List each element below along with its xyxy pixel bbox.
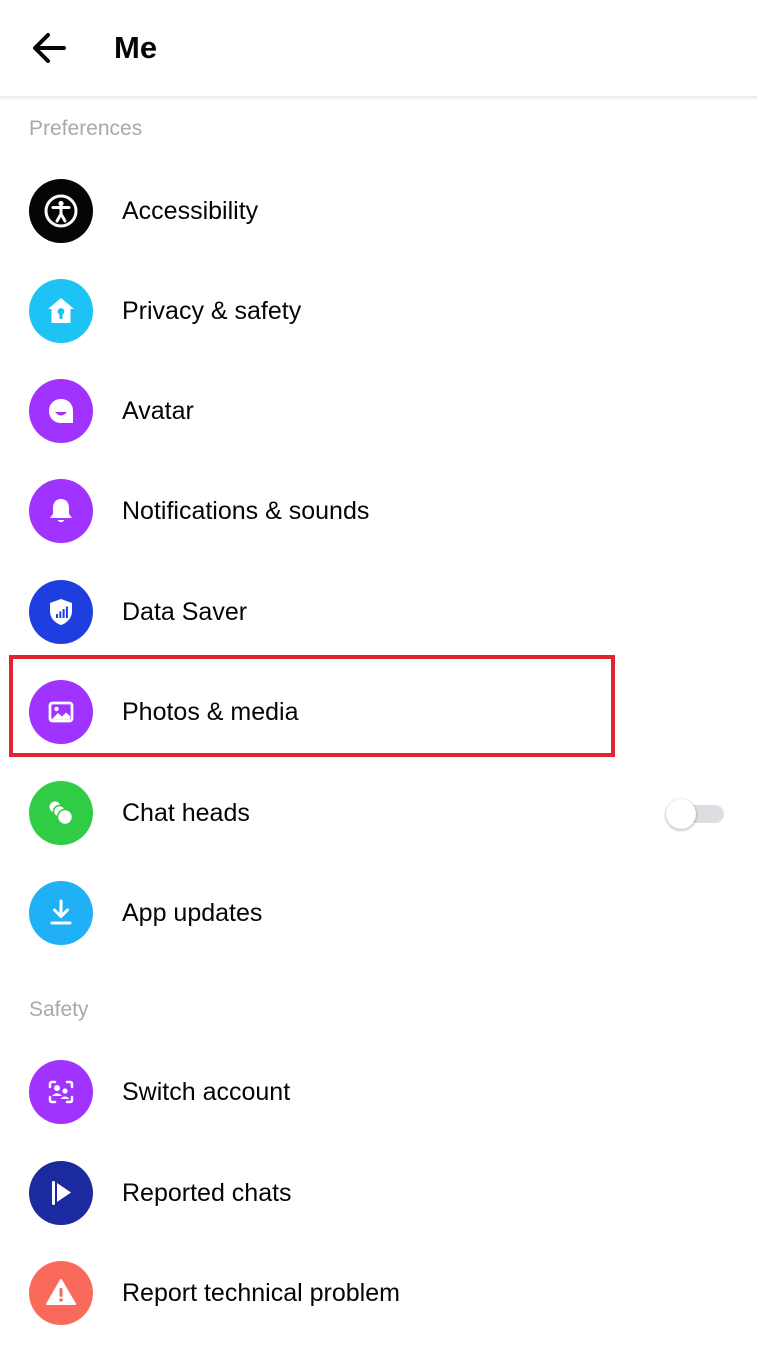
warning-icon <box>29 1261 93 1325</box>
settings-item-label: App updates <box>122 899 263 927</box>
bell-icon <box>29 479 93 543</box>
section-label-safety: Safety <box>29 998 89 1021</box>
settings-item-label: Data Saver <box>122 598 248 626</box>
settings-item-label: Privacy & safety <box>122 297 302 325</box>
settings-item-switch-account[interactable]: Switch account <box>0 1042 757 1142</box>
switch-account-icon <box>29 1060 93 1124</box>
arrow-left-icon <box>33 33 66 63</box>
settings-item-label: Report technical problem <box>122 1279 400 1307</box>
chat-heads-icon <box>29 781 93 845</box>
download-icon <box>29 881 93 945</box>
settings-item-chat-heads[interactable]: Chat heads <box>0 763 757 863</box>
page-title: Me <box>114 30 158 65</box>
settings-item-accessibility[interactable]: Accessibility <box>0 161 757 261</box>
settings-item-label: Chat heads <box>122 799 250 827</box>
section-label-preferences: Preferences <box>29 117 143 140</box>
settings-item-data-saver[interactable]: Data Saver <box>0 562 757 662</box>
shield-signal-icon <box>29 580 93 644</box>
accessibility-icon <box>29 179 93 243</box>
settings-item-label: Reported chats <box>122 1179 292 1207</box>
settings-item-notifications-sounds[interactable]: Notifications & sounds <box>0 461 757 561</box>
settings-item-privacy-safety[interactable]: Privacy & safety <box>0 261 757 361</box>
settings-item-label: Notifications & sounds <box>122 497 370 525</box>
flag-icon <box>29 1161 93 1225</box>
chat-heads-toggle[interactable] <box>664 798 724 830</box>
settings-item-avatar[interactable]: Avatar <box>0 361 757 461</box>
settings-item-label: Avatar <box>122 397 194 425</box>
privacy-home-lock-icon <box>29 279 93 343</box>
settings-item-app-updates[interactable]: App updates <box>0 863 757 963</box>
settings-item-label: Switch account <box>122 1078 291 1106</box>
toggle-knob <box>666 799 696 829</box>
top-app-bar: Me <box>0 0 757 98</box>
back-button[interactable] <box>28 28 72 68</box>
highlight-box <box>9 655 615 757</box>
avatar-face-icon <box>29 379 93 443</box>
settings-item-reported-chats[interactable]: Reported chats <box>0 1143 757 1243</box>
settings-item-report-technical-problem[interactable]: Report technical problem <box>0 1243 757 1343</box>
settings-item-label: Accessibility <box>122 197 259 225</box>
